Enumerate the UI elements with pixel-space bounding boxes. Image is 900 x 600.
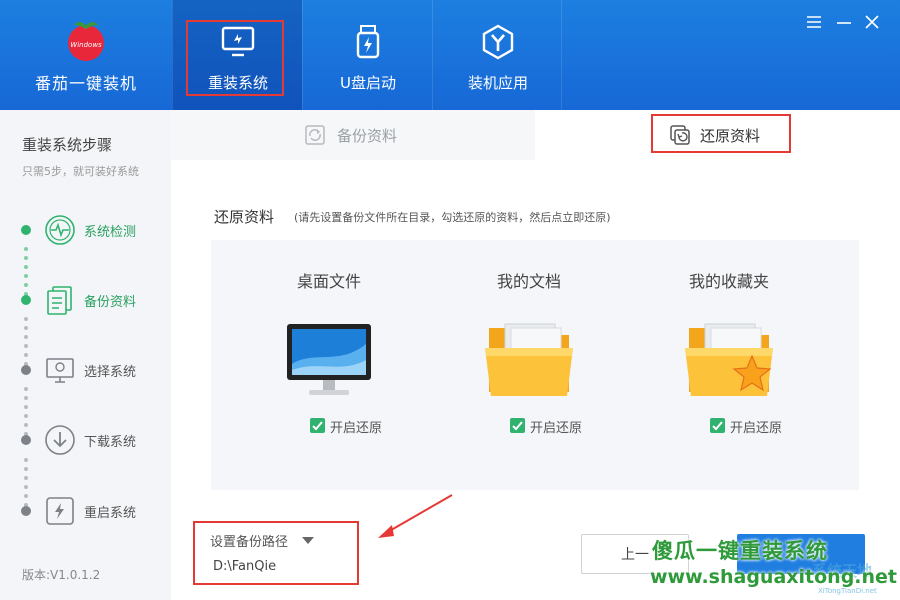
pulse-icon — [45, 215, 75, 245]
check-icon — [712, 421, 723, 431]
step-download[interactable]: 下载系统 — [0, 418, 171, 462]
backup-path-dropdown[interactable]: 设置备份路径 — [210, 531, 288, 550]
folder-star-icon — [685, 323, 773, 396]
restore-icon — [670, 125, 690, 145]
step-dot — [21, 225, 31, 235]
section-hint: (请先设置备份文件所在目录，勾选还原的资料，然后点立即还原) — [294, 211, 611, 224]
card-title: 我的收藏夹 — [688, 272, 769, 291]
subtab-label: 还原资料 — [700, 127, 761, 145]
step-dot — [21, 365, 31, 375]
nav-tab-reinstall[interactable]: 重装系统 — [172, 0, 302, 110]
step-dot — [21, 295, 31, 305]
app-header: Windows 番茄一键装机 重装系统 U盘启动 装机应用 — [0, 0, 900, 110]
menu-icon[interactable] — [804, 12, 824, 32]
card-title: 我的文档 — [496, 272, 561, 291]
subtab-backup[interactable]: 备份资料 — [171, 110, 535, 160]
folder-documents-icon — [485, 323, 573, 396]
restore-checkbox[interactable] — [710, 418, 725, 433]
backup-path-value: D:\FanQie — [213, 559, 277, 574]
card-desktop-files: 桌面文件 开启还原 — [229, 240, 429, 490]
step-dot — [21, 435, 31, 445]
version-label: 版本:V1.0.1.2 — [22, 568, 101, 582]
step-system-check[interactable]: 系统检测 — [0, 208, 171, 252]
nav-tab-label: 重装系统 — [207, 74, 268, 92]
subtab-label: 备份资料 — [337, 127, 398, 145]
sidebar-title: 重装系统步骤 — [22, 136, 113, 154]
download-icon — [45, 425, 75, 455]
sidebar: 重装系统步骤 只需5步，就可装好系统 系统检测 备份资料 选择系统 下载系统 重… — [0, 110, 171, 600]
step-label: 系统检测 — [84, 225, 137, 240]
watermark-url: www.shaguaxitong.net — [650, 566, 898, 588]
restore-checkbox[interactable] — [310, 418, 325, 433]
desktop-computer-icon — [287, 324, 371, 395]
nav-tab-label: 装机应用 — [467, 74, 528, 92]
brand-name: 番茄一键装机 — [34, 74, 137, 93]
watermark-title: 傻瓜一键重装系统 — [652, 539, 828, 563]
usb-bolt-icon — [356, 25, 380, 59]
section-title: 还原资料 — [214, 208, 275, 226]
nav-tab-label: U盘启动 — [340, 74, 396, 92]
step-label: 下载系统 — [84, 435, 137, 450]
step-select-system[interactable]: 选择系统 — [0, 348, 171, 392]
checkbox-label: 开启还原 — [530, 421, 583, 436]
card-favorites: 我的收藏夹 开启还原 — [629, 240, 829, 490]
step-backup[interactable]: 备份资料 — [0, 278, 171, 322]
hexagon-y-icon — [482, 24, 514, 60]
tomato-logo-icon: Windows — [68, 22, 104, 61]
nav-tab-apps[interactable]: 装机应用 — [432, 0, 562, 110]
step-label: 重启系统 — [84, 506, 137, 521]
step-label: 备份资料 — [84, 295, 137, 310]
chevron-down-icon[interactable] — [302, 537, 314, 544]
subtab-restore[interactable]: 还原资料 — [535, 110, 900, 160]
checkbox-label: 开启还原 — [730, 421, 783, 436]
watermark-sub: XiTongTianDi.net — [818, 587, 877, 595]
backup-icon — [305, 125, 325, 145]
minimize-icon[interactable] — [834, 12, 854, 32]
check-icon — [312, 421, 323, 431]
brand: Windows 番茄一键装机 — [0, 0, 172, 110]
step-restart[interactable]: 重启系统 — [0, 489, 171, 533]
monitor-refresh-icon — [221, 26, 255, 57]
card-my-documents: 我的文档 开启还原 — [429, 240, 629, 490]
step-dot — [21, 506, 31, 516]
check-icon — [512, 421, 523, 431]
documents-icon — [47, 286, 72, 315]
close-icon[interactable] — [862, 12, 882, 32]
step-label: 选择系统 — [84, 365, 137, 380]
monitor-icon — [46, 358, 74, 383]
card-title: 桌面文件 — [296, 272, 361, 291]
restore-card-area: 桌面文件 开启还原 我的文档 开启还原 我的收藏夹 开启还原 — [211, 240, 859, 490]
main-content: 备份资料 还原资料 还原资料 (请先设置备份文件所在目录，勾选还原的资料，然后点… — [171, 110, 900, 600]
checkbox-label: 开启还原 — [330, 421, 383, 436]
restore-panel: 还原资料 (请先设置备份文件所在目录，勾选还原的资料，然后点立即还原) 桌面文件… — [171, 160, 900, 600]
sidebar-subtitle: 只需5步，就可装好系统 — [22, 165, 139, 178]
restart-icon — [46, 497, 74, 525]
svg-text:Windows: Windows — [70, 41, 102, 49]
restore-checkbox[interactable] — [510, 418, 525, 433]
nav-tab-usb-boot[interactable]: U盘启动 — [302, 0, 432, 110]
